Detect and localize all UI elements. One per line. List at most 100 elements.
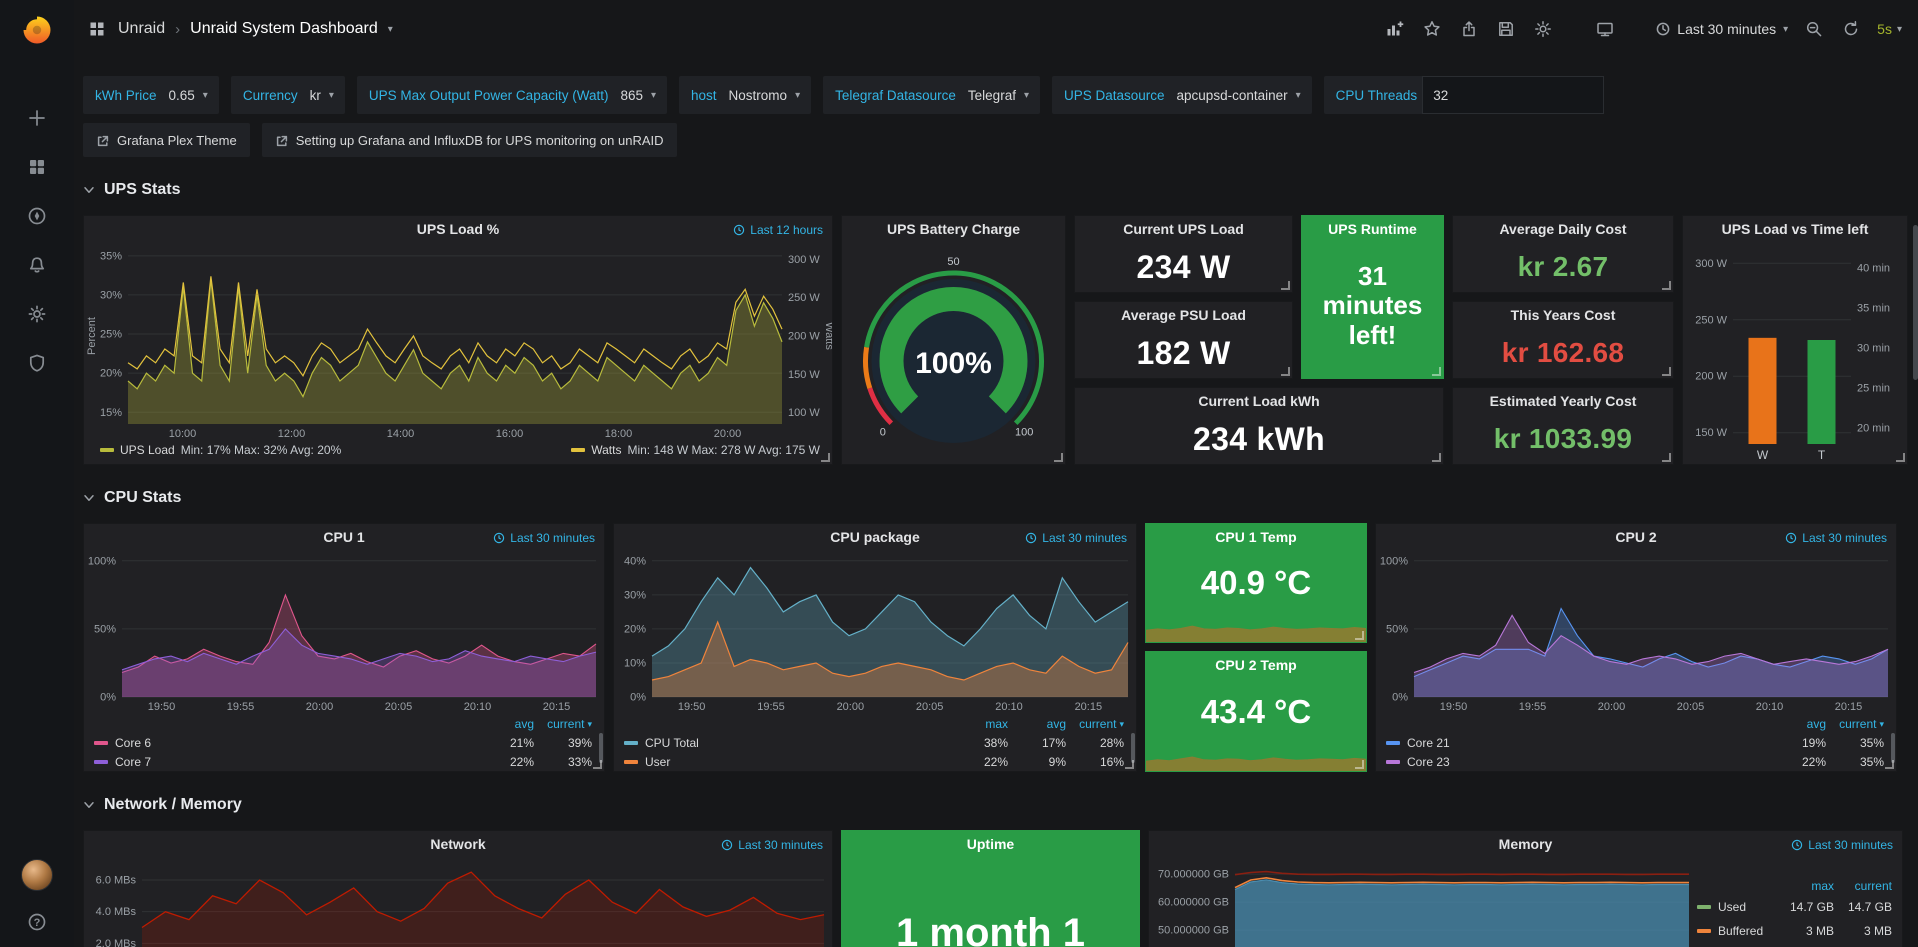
variable-value-dropdown[interactable]: 865▾ — [613, 88, 667, 103]
clock-icon — [1656, 22, 1670, 36]
svg-text:200 W: 200 W — [788, 331, 820, 343]
legend-scrollbar[interactable] — [1891, 733, 1895, 763]
variable-value-dropdown[interactable]: Telegraf▾ — [961, 88, 1040, 103]
legend-header-max[interactable]: max — [950, 717, 1008, 731]
refresh-icon[interactable] — [1840, 18, 1862, 40]
link-grafana-plex-theme[interactable]: Grafana Plex Theme — [83, 123, 250, 157]
stat-value: 234 W — [1075, 242, 1292, 292]
svg-text:20%: 20% — [624, 623, 646, 635]
section-network-memory[interactable]: Network / Memory — [83, 786, 1914, 824]
series-avg: 17% — [1008, 736, 1066, 750]
variable-value: Telegraf — [968, 88, 1016, 103]
svg-text:50%: 50% — [1386, 623, 1408, 635]
legend-row[interactable]: Buffered 3 MB 3 MB — [1697, 919, 1892, 943]
explore-compass-icon[interactable] — [26, 205, 48, 227]
panel-uptime: Uptime 1 month 1 — [841, 830, 1140, 947]
share-icon[interactable] — [1458, 18, 1480, 40]
save-icon[interactable] — [1495, 18, 1517, 40]
legend-row[interactable]: Used 14.7 GB 14.7 GB — [1697, 895, 1892, 919]
legend-scrollbar[interactable] — [599, 733, 603, 763]
dashboard-grid-icon[interactable] — [86, 18, 108, 40]
user-avatar[interactable] — [21, 859, 53, 891]
legend-ups-load[interactable]: UPS Load Min: 17% Max: 32% Avg: 20% — [100, 443, 341, 457]
panel-title[interactable]: Average Daily Cost — [1453, 216, 1673, 242]
legend-row[interactable]: User 22% 9% 16% — [624, 752, 1124, 771]
panel-title[interactable]: CPU 1 Temp — [1146, 524, 1366, 550]
series-name: Core 23 — [1407, 755, 1768, 769]
legend-header-current[interactable]: current▾ — [534, 717, 592, 731]
section-cpu-stats[interactable]: CPU Stats — [83, 479, 1914, 517]
link-ups-monitoring-guide[interactable]: Setting up Grafana and InfluxDB for UPS … — [262, 123, 677, 157]
panel-title[interactable]: UPS Battery Charge — [842, 216, 1065, 242]
panel-title[interactable]: Memory — [1149, 831, 1902, 857]
svg-text:19:55: 19:55 — [757, 701, 785, 713]
breadcrumb-folder[interactable]: Unraid — [118, 20, 165, 38]
panel-title[interactable]: UPS Runtime — [1302, 216, 1443, 242]
svg-text:14:00: 14:00 — [387, 428, 415, 440]
settings-gear-icon[interactable] — [1532, 18, 1554, 40]
legend-row[interactable]: Core 21 19% 35% — [1386, 733, 1884, 752]
variable-host: host Nostromo▾ — [679, 76, 811, 114]
stat-value: 182 W — [1075, 328, 1292, 378]
caret-down-icon: ▾ — [1897, 24, 1902, 35]
time-range-picker[interactable]: Last 30 minutes ▾ — [1656, 21, 1788, 37]
alerting-bell-icon[interactable] — [26, 254, 48, 276]
variable-value-dropdown[interactable]: 0.65▾ — [162, 88, 219, 103]
legend-header-current[interactable]: current▾ — [1826, 717, 1884, 731]
legend-watts[interactable]: Watts Min: 148 W Max: 278 W Avg: 175 W — [571, 443, 820, 457]
panel-title[interactable]: Current UPS Load — [1075, 216, 1292, 242]
grafana-flame-icon — [20, 13, 54, 47]
series-stats: Min: 148 W Max: 278 W Avg: 175 W — [627, 443, 820, 457]
legend-header-max[interactable]: max — [1776, 879, 1834, 893]
caret-down-icon: ▾ — [795, 90, 800, 101]
cpu-stats-row: CPU 1 Last 30 minutes 0%50%100%19:5019:5… — [83, 523, 1914, 772]
ups-vs-time-bar-chart: 150 W200 W250 W300 W20 min25 min30 min35… — [1683, 242, 1907, 464]
panel-title[interactable]: Current Load kWh — [1075, 388, 1443, 414]
panel-time-label: Last 12 hours — [750, 223, 823, 237]
variable-value-dropdown[interactable]: apcupsd-container▾ — [1170, 88, 1312, 103]
legend-header-avg[interactable]: avg — [1008, 717, 1066, 731]
dashboards-icon[interactable] — [26, 156, 48, 178]
star-icon[interactable] — [1421, 18, 1443, 40]
panel-title[interactable]: UPS Load vs Time left — [1683, 216, 1907, 242]
network-memory-row: Network Last 30 minutes 2.0 MBs4.0 MBs6.… — [83, 830, 1914, 947]
add-panel-icon[interactable] — [1384, 18, 1406, 40]
dashboard-scrollbar-thumb[interactable] — [1913, 225, 1918, 380]
panel-title[interactable]: Estimated Yearly Cost — [1453, 388, 1673, 414]
link-label: Setting up Grafana and InfluxDB for UPS … — [296, 133, 664, 148]
legend-row[interactable]: CPU Total 38% 17% 28% — [624, 733, 1124, 752]
legend-header-current[interactable]: current▾ — [1066, 717, 1124, 731]
panel-title[interactable]: Network — [84, 831, 832, 857]
legend-row[interactable]: Core 23 22% 35% — [1386, 752, 1884, 771]
legend-scrollbar[interactable] — [1131, 733, 1135, 763]
series-name: CPU Total — [645, 736, 950, 750]
legend-header-avg[interactable]: avg — [476, 717, 534, 731]
variable-value-dropdown[interactable]: Nostromo▾ — [722, 88, 812, 103]
cpu-threads-input[interactable]: 32 — [1422, 76, 1604, 114]
cycle-view-monitor-icon[interactable] — [1594, 18, 1616, 40]
help-icon[interactable]: ? — [26, 911, 48, 933]
zoom-out-icon[interactable] — [1803, 18, 1825, 40]
configuration-gear-icon[interactable] — [26, 303, 48, 325]
panel-ups-runtime: UPS Runtime 31 minutes left! — [1301, 215, 1444, 379]
grafana-logo[interactable] — [20, 13, 54, 47]
refresh-interval-picker[interactable]: 5s ▾ — [1877, 21, 1902, 37]
panel-title[interactable]: Uptime — [842, 831, 1139, 857]
chevron-down-icon — [83, 184, 95, 196]
legend-row[interactable]: Core 6 21% 39% — [94, 733, 592, 752]
title-caret-icon[interactable]: ▾ — [388, 24, 393, 35]
panel-title[interactable]: UPS Load % — [84, 216, 832, 242]
variable-value-dropdown[interactable]: kr▾ — [303, 88, 345, 103]
legend-row[interactable]: Core 7 22% 33% — [94, 752, 592, 771]
panel-title[interactable]: Average PSU Load — [1075, 302, 1292, 328]
server-admin-shield-icon[interactable] — [26, 352, 48, 374]
section-ups-stats[interactable]: UPS Stats — [83, 171, 1914, 209]
stat-value: 234 kWh — [1075, 414, 1443, 464]
panel-title[interactable]: This Years Cost — [1453, 302, 1673, 328]
legend-header-avg[interactable]: avg — [1768, 717, 1826, 731]
legend-header-current[interactable]: current — [1834, 879, 1892, 893]
dashboard-title[interactable]: Unraid System Dashboard — [190, 20, 378, 38]
series-name: Core 6 — [115, 736, 476, 750]
create-icon[interactable] — [26, 107, 48, 129]
panel-title[interactable]: CPU 2 Temp — [1146, 652, 1366, 678]
